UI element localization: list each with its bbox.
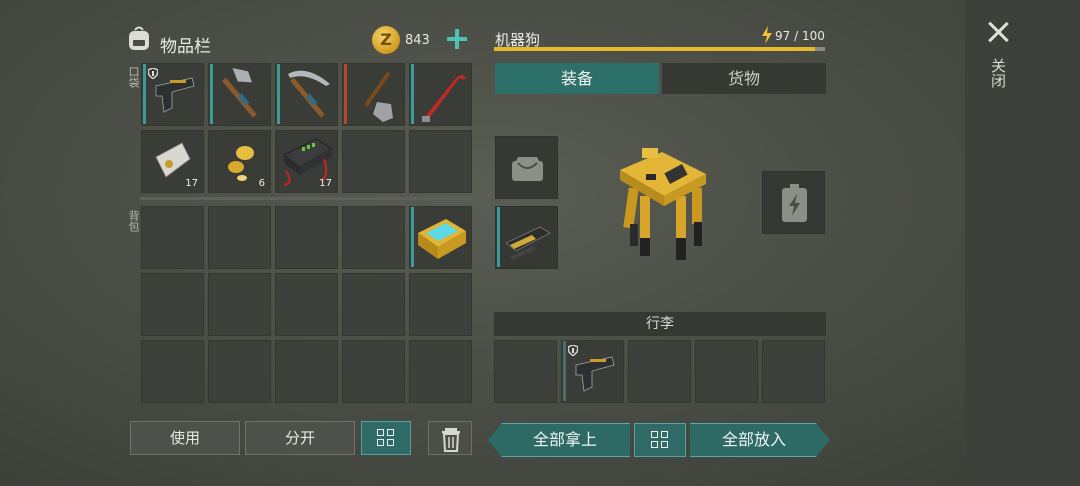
- backpack-slot[interactable]: [275, 340, 338, 403]
- pocket-slot-battery-pack[interactable]: 17: [141, 130, 204, 193]
- pocket-slot-empty[interactable]: [409, 130, 472, 193]
- pocket-slot-crowbar[interactable]: [409, 63, 472, 126]
- put-all-button[interactable]: 全部放入: [690, 423, 830, 457]
- weapon-mount-icon: [505, 226, 551, 261]
- backpack-label: 背包: [127, 210, 140, 232]
- close-icon[interactable]: [986, 20, 1010, 44]
- equipment-slot-bag[interactable]: [495, 136, 558, 199]
- pistol-icon: [575, 356, 615, 392]
- pickaxe-icon: [288, 70, 330, 118]
- split-button[interactable]: 分开: [245, 421, 355, 455]
- pocket-slot-shovel[interactable]: [342, 63, 405, 126]
- equipment-slot-battery[interactable]: [762, 171, 825, 234]
- pocket-slot-empty[interactable]: [342, 130, 405, 193]
- energy-icon: [762, 26, 772, 44]
- backpack-slot[interactable]: [141, 340, 204, 403]
- backpack-slot[interactable]: [141, 273, 204, 336]
- section-divider: [140, 197, 472, 200]
- take-all-button[interactable]: 全部拿上: [488, 423, 630, 457]
- discard-button[interactable]: [428, 421, 472, 455]
- pistol-icon: [155, 77, 195, 113]
- add-coins-button[interactable]: [446, 28, 468, 50]
- energy-bar-fill: [494, 47, 816, 51]
- right-sidebar: [965, 0, 1080, 486]
- luggage-label: 行李: [494, 312, 826, 336]
- crowbar-icon: [422, 75, 466, 122]
- equipment-slot-weapon-mount[interactable]: [495, 206, 558, 269]
- backpack-slot[interactable]: [275, 206, 338, 269]
- luggage-slot[interactable]: [628, 340, 691, 403]
- backpack-slot-energy-cell-crate[interactable]: [409, 206, 472, 269]
- sort-cargo-button[interactable]: [634, 423, 686, 457]
- pocket-slot-car-battery[interactable]: 17: [275, 130, 338, 193]
- backpack-slot[interactable]: [342, 340, 405, 403]
- coin-icon: Z: [372, 26, 400, 54]
- item-quantity: 6: [258, 178, 265, 189]
- pocket-slot-pistol[interactable]: [141, 63, 204, 126]
- backpack-slot[interactable]: [208, 206, 271, 269]
- close-label[interactable]: 关闭: [989, 58, 1007, 88]
- backpack-slot[interactable]: [208, 273, 271, 336]
- backpack-slot[interactable]: [409, 273, 472, 336]
- backpack-slot[interactable]: [141, 206, 204, 269]
- luggage-slot[interactable]: [762, 340, 825, 403]
- tab-equipment[interactable]: 装备: [495, 63, 659, 94]
- luggage-slot[interactable]: [695, 340, 758, 403]
- backpack-slot[interactable]: [342, 273, 405, 336]
- robot-dog-image: [620, 148, 706, 260]
- luggage-slot-pistol[interactable]: [561, 340, 624, 403]
- backpack-slot[interactable]: [409, 340, 472, 403]
- energy-bar: [494, 47, 825, 51]
- sort-inventory-button[interactable]: [361, 421, 411, 455]
- inventory-title: 物品栏: [160, 37, 211, 57]
- luggage-slot[interactable]: [494, 340, 557, 403]
- backpack-icon: [129, 26, 149, 50]
- durability-bar: [497, 207, 500, 267]
- battery-slot-icon: [782, 184, 807, 222]
- pocket-slot-gold-nuggets[interactable]: 6: [208, 130, 271, 193]
- energy-crate-icon: [418, 219, 466, 259]
- backpack-slot[interactable]: [342, 206, 405, 269]
- grid-icon: [377, 429, 395, 447]
- backpack-slot[interactable]: [275, 273, 338, 336]
- tab-cargo[interactable]: 货物: [662, 63, 826, 94]
- bag-slot-icon: [512, 157, 543, 181]
- trash-icon: [442, 428, 460, 452]
- coin-amount: 843: [405, 33, 430, 48]
- use-button[interactable]: 使用: [130, 421, 240, 455]
- pocket-label: 口袋: [127, 66, 140, 88]
- grid-icon: [651, 431, 669, 449]
- energy-value: 97 / 100: [775, 29, 825, 43]
- backpack-slot[interactable]: [208, 340, 271, 403]
- shovel-icon: [364, 71, 393, 122]
- hatchet-icon: [222, 68, 257, 118]
- item-quantity: 17: [185, 178, 198, 189]
- pocket-slot-hatchet[interactable]: [208, 63, 271, 126]
- pocket-slot-pickaxe[interactable]: [275, 63, 338, 126]
- item-quantity: 17: [319, 178, 332, 189]
